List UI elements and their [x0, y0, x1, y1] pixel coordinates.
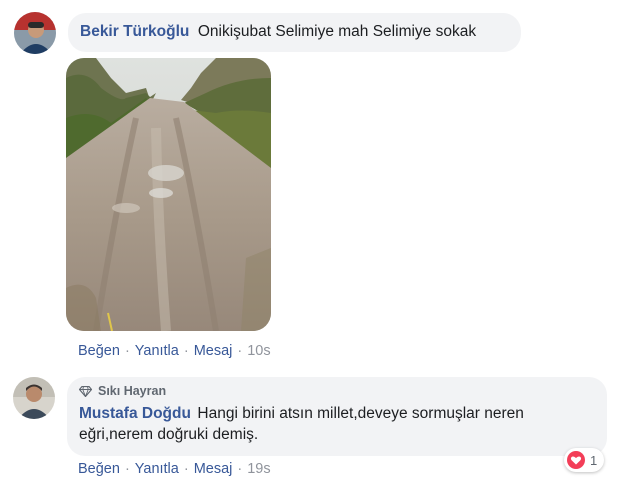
comment-author[interactable]: Bekir Türkoğlu	[80, 23, 189, 40]
comment-photo[interactable]	[66, 58, 271, 331]
avatar[interactable]	[14, 12, 56, 54]
comment-bubble: Bekir Türkoğlu Onikişubat Selimiye mah S…	[68, 13, 521, 52]
comment-actions: Beğen · Yanıtla · Mesaj · 10s	[78, 343, 271, 359]
message-link[interactable]: Mesaj	[194, 343, 233, 359]
comment-timestamp[interactable]: 10s	[247, 343, 270, 359]
message-link[interactable]: Mesaj	[194, 461, 233, 477]
reaction-count[interactable]: 1	[564, 448, 605, 472]
comment-text: Onikişubat Selimiye mah Selimiye sokak	[197, 23, 477, 40]
comment-text-line-1: Hangi birini atsın millet,deveye sormuşl…	[197, 405, 524, 422]
reaction-count-value: 1	[590, 452, 598, 468]
reply-link[interactable]: Yanıtla	[135, 461, 179, 477]
like-link[interactable]: Beğen	[78, 343, 120, 359]
comment-author[interactable]: Mustafa Doğdu	[79, 405, 191, 422]
fan-badge: Sıkı Hayran	[98, 384, 167, 398]
diamond-icon	[79, 385, 92, 397]
comment-actions: Beğen · Yanıtla · Mesaj · 19s	[78, 461, 271, 477]
badge-row: Sıkı Hayran	[79, 384, 595, 398]
avatar[interactable]	[13, 377, 55, 419]
comment-text-line-2: eğri,nerem doğruki demiş.	[79, 426, 259, 443]
like-link[interactable]: Beğen	[78, 461, 120, 477]
reply-link[interactable]: Yanıtla	[135, 343, 179, 359]
comment-bubble: Sıkı Hayran Mustafa Doğdu Hangi birini a…	[67, 377, 607, 456]
heart-icon	[567, 451, 585, 469]
comment-timestamp[interactable]: 19s	[247, 461, 270, 477]
